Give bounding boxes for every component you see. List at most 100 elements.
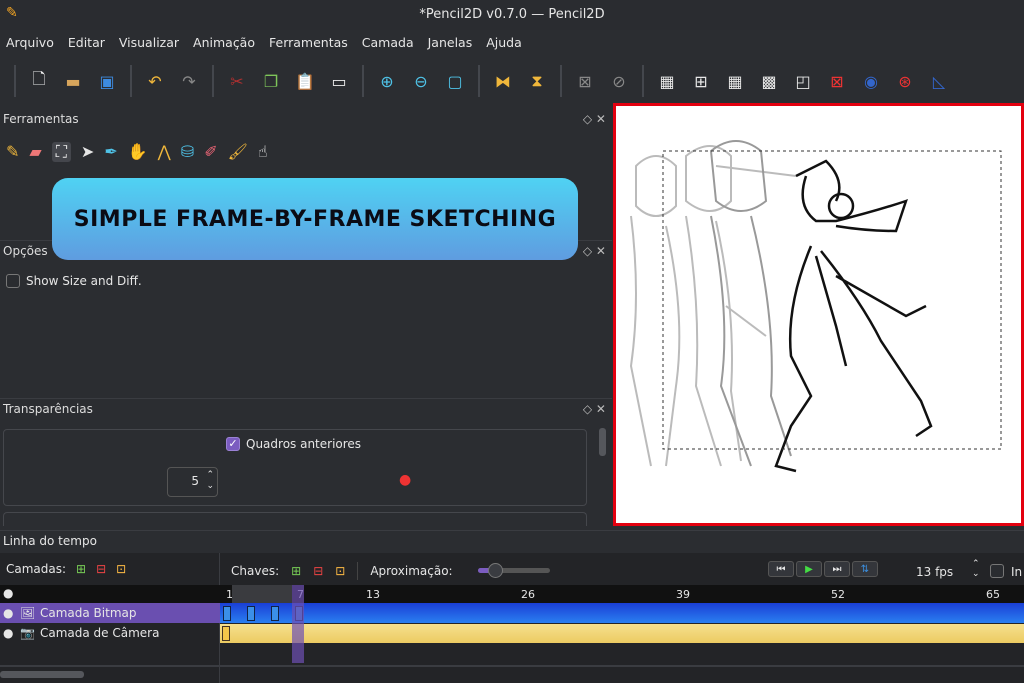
prev-frames-checkbox[interactable]: ✓ [226,437,240,451]
safe-area-icon[interactable]: ◰ [790,68,816,94]
move-tool-icon[interactable]: ➤ [81,142,94,162]
prev-frames-spinbox[interactable]: 5 ⌃ ⌄ [167,467,218,497]
smudge-tool-icon[interactable]: ☝ [258,142,268,162]
menu-animacao[interactable]: Animação [187,32,263,54]
keyframe[interactable] [247,606,255,621]
menu-ferramentas[interactable]: Ferramentas [263,32,356,54]
onion-color-icon[interactable]: ● [399,472,411,488]
visibility-icon[interactable]: ● [3,623,13,643]
zoom-slider-handle[interactable] [488,563,503,578]
copy-icon[interactable]: ❐ [258,68,284,94]
bitmap-track[interactable] [220,603,1024,623]
rotate-icon[interactable]: ⊠ [572,68,598,94]
pen-tool-icon[interactable]: ✒ [104,142,117,162]
ruler-label: 26 [521,588,535,601]
layer-row-bitmap[interactable]: ● 🖼 Camada Bitmap [0,603,220,623]
zoom-label: Aproximação: [370,564,453,578]
menu-ajuda[interactable]: Ajuda [480,32,530,54]
tools-panel-title: Ferramentas [3,112,79,126]
keyframe[interactable] [222,626,230,641]
open-folder-icon[interactable]: ▬ [60,68,86,94]
remove-layer-icon[interactable]: ⊟ [96,562,106,576]
remove-key-icon[interactable]: ⊟ [313,564,323,578]
menu-arquivo[interactable]: Arquivo [0,32,62,54]
reset-rotation-icon[interactable]: ⊘ [606,68,632,94]
loop-button[interactable]: ⇅ [852,561,878,577]
transparency-panel-header: Transparências ◇ ✕ [0,398,612,418]
onion-prev-icon[interactable]: ⊠ [824,68,850,94]
ruler-label: 13 [366,588,380,601]
show-size-diff-checkbox[interactable] [6,274,20,288]
menu-editar[interactable]: Editar [62,32,113,54]
eyedropper-tool-icon[interactable]: ✐ [204,142,217,162]
menu-janelas[interactable]: Janelas [422,32,481,54]
options-scrollbar[interactable] [599,428,606,456]
menu-visualizar[interactable]: Visualizar [113,32,187,54]
timeline-ruler[interactable]: ● 1 7 13 26 39 52 65 [0,585,1024,603]
brush-tool-icon[interactable]: 🖌 [228,142,248,162]
clear-icon[interactable]: ▭ [326,68,352,94]
promo-banner: SIMPLE FRAME-BY-FRAME SKETCHING [52,178,578,260]
keyframe[interactable] [271,606,279,621]
undo-icon[interactable]: ↶ [142,68,168,94]
fps-stepper-icon[interactable]: ⌃ ⌄ [972,559,980,579]
flip-horizontal-icon[interactable]: ⧓ [490,68,516,94]
prev-frames-value: 5 [191,474,199,488]
redo-icon[interactable]: ↷ [176,68,202,94]
polyline-tool-icon[interactable]: ⋀ [158,142,171,162]
playhead[interactable] [292,585,304,663]
eraser-tool-icon[interactable]: ▰ [29,142,41,162]
layer-name: Camada Bitmap [40,606,137,620]
paste-icon[interactable]: 📋 [292,68,318,94]
onion-both-icon[interactable]: ⊛ [892,68,918,94]
menu-bar: Arquivo Editar Visualizar Animação Ferra… [0,32,530,54]
next-settings-box [3,512,587,526]
layer-row-camera[interactable]: ● 📷 Camada de Câmera [0,623,220,643]
duplicate-key-icon[interactable]: ⊡ [335,564,345,578]
thirds-icon[interactable]: ▦ [722,68,748,94]
drawing-canvas[interactable] [613,103,1024,526]
play-button[interactable]: ▶ [796,561,822,577]
camera-track[interactable] [220,624,1024,643]
layer-properties-icon[interactable]: ⊡ [116,562,126,576]
new-file-icon[interactable]: 🗋 [26,68,52,94]
center-icon[interactable]: ⊞ [688,68,714,94]
add-layer-icon[interactable]: ⊞ [76,562,86,576]
pencil-tool-icon[interactable]: ✎ [6,142,19,162]
sketch-drawing [629,140,1002,473]
reset-view-icon[interactable]: ▢ [442,68,468,94]
bitmap-layer-icon: 🖼 [20,606,36,620]
zoom-in-icon[interactable]: ⊕ [374,68,400,94]
onion-next-icon[interactable]: ◉ [858,68,884,94]
timeline-panel-title: Linha do tempo [3,534,97,548]
timeline: Camadas: ⊞ ⊟ ⊡ Chaves: ⊞ ⊟ ⊡ Aproximação… [0,553,1024,683]
prev-frames-option[interactable]: ✓ Quadros anteriores [226,437,361,451]
tools-row: ✎ ▰ ⛶ ➤ ✒ ✋ ⋀ ⛁ ✐ 🖌 ☝ [6,142,268,162]
timeline-panel-header: Linha do tempo [0,530,1024,553]
menu-camada[interactable]: Camada [356,32,422,54]
zoom-out-icon[interactable]: ⊖ [408,68,434,94]
jump-start-button[interactable]: ⏮ [768,561,794,577]
range-checkbox[interactable] [990,564,1004,578]
panel-float-close-icon[interactable]: ◇ ✕ [583,241,606,261]
jump-end-button[interactable]: ⏭ [824,561,850,577]
grid-dense-icon[interactable]: ▩ [756,68,782,94]
timeline-scrollbar[interactable] [0,671,84,678]
cut-icon[interactable]: ✂ [224,68,250,94]
panel-float-close-icon[interactable]: ◇ ✕ [583,109,606,129]
zoom-slider[interactable] [478,563,550,578]
flip-vertical-icon[interactable]: ⧗ [524,68,550,94]
add-key-icon[interactable]: ⊞ [291,564,301,578]
hand-tool-icon[interactable]: ✋ [128,142,148,162]
bucket-tool-icon[interactable]: ⛁ [181,142,194,162]
grid-icon[interactable]: ▦ [654,68,680,94]
panel-float-close-icon[interactable]: ◇ ✕ [583,399,606,419]
select-tool-icon[interactable]: ⛶ [51,142,71,162]
fps-spinbox[interactable]: 13 fps [916,565,953,579]
visibility-icon[interactable]: ● [3,603,13,623]
perspective-icon[interactable]: ◺ [926,68,952,94]
ruler-label: 39 [676,588,690,601]
save-icon[interactable]: ▣ [94,68,120,94]
keyframe[interactable] [223,606,231,621]
show-size-diff-option[interactable]: Show Size and Diff. [6,274,142,288]
